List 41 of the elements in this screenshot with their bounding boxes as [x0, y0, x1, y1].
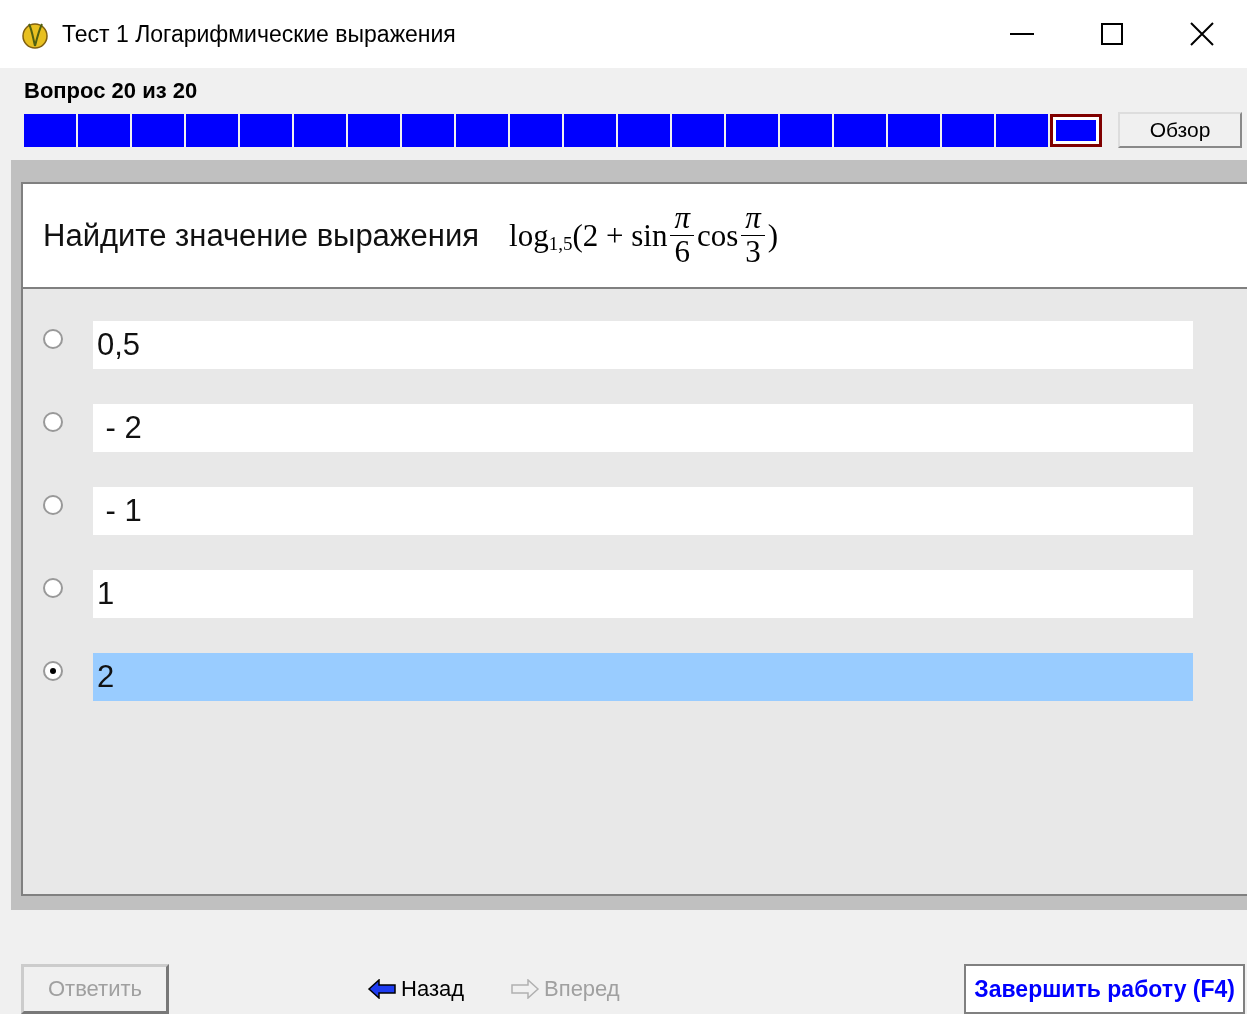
question-counter: Вопрос 20 из 20 — [24, 78, 199, 105]
question-square[interactable] — [186, 113, 238, 147]
question-square[interactable] — [996, 113, 1048, 147]
question-square[interactable] — [402, 113, 454, 147]
left-arrow-icon — [367, 979, 397, 999]
question-square[interactable] — [78, 113, 130, 147]
radio-button[interactable] — [43, 412, 63, 432]
minimize-icon — [1010, 32, 1034, 36]
answer-option[interactable]: - 1 — [93, 487, 1193, 535]
question-square[interactable] — [240, 113, 292, 147]
question-square[interactable] — [780, 113, 832, 147]
overview-button[interactable]: Обзор — [1118, 112, 1242, 148]
answer-option[interactable]: 1 — [93, 570, 1193, 618]
question-text: Найдите значение выражения — [43, 217, 480, 254]
question-square[interactable] — [510, 113, 562, 147]
question-square[interactable] — [132, 113, 184, 147]
question-square[interactable] — [618, 113, 670, 147]
question-square[interactable] — [294, 113, 346, 147]
question-square[interactable] — [888, 113, 940, 147]
question-square[interactable] — [726, 113, 778, 147]
back-button[interactable]: Назад — [367, 964, 465, 1014]
finish-button[interactable]: Завершить работу (F4) — [964, 964, 1245, 1014]
question-square[interactable] — [24, 113, 76, 147]
window-title: Тест 1 Логарифмические выражения — [62, 20, 457, 48]
right-arrow-icon — [510, 979, 541, 999]
question-square[interactable] — [942, 113, 994, 147]
answer-option[interactable]: 2 — [93, 653, 1193, 701]
radio-button[interactable] — [43, 495, 63, 515]
close-icon — [1190, 22, 1214, 46]
question-square[interactable] — [564, 113, 616, 147]
question-square[interactable] — [456, 113, 508, 147]
answer-option[interactable]: 0,5 — [93, 321, 1193, 369]
radio-button[interactable] — [43, 661, 63, 681]
radio-button[interactable] — [43, 578, 63, 598]
question-square[interactable] — [672, 113, 724, 147]
radio-button[interactable] — [43, 329, 63, 349]
question-square[interactable] — [1050, 113, 1102, 147]
answer-option[interactable]: - 2 — [93, 404, 1193, 452]
maximize-icon — [1101, 23, 1123, 45]
question-square[interactable] — [348, 113, 400, 147]
question-square[interactable] — [834, 113, 886, 147]
